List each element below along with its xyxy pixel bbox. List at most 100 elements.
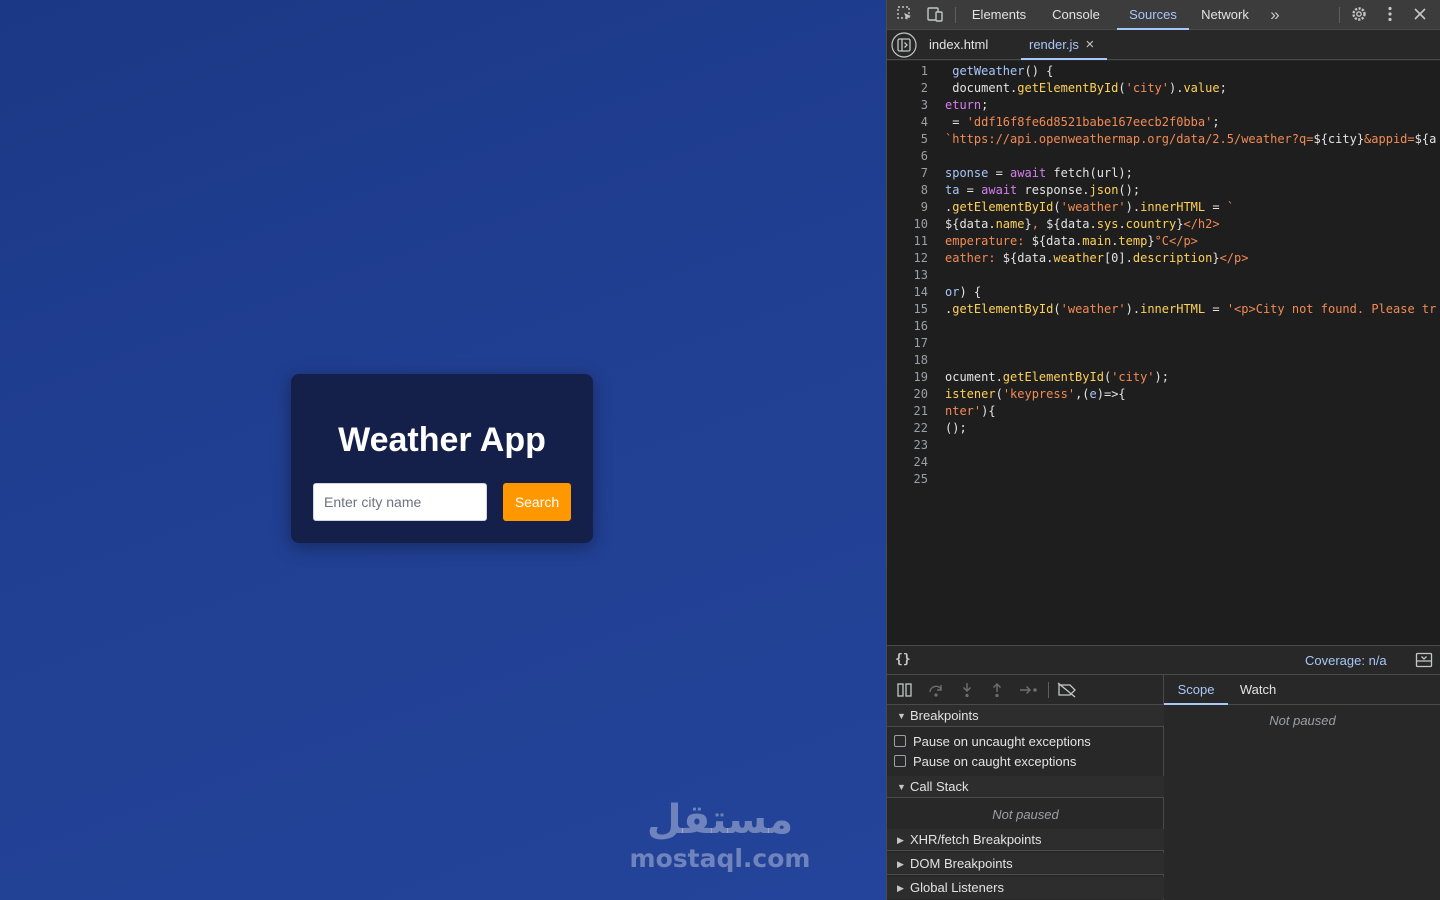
code-line[interactable]: 23 bbox=[887, 437, 1440, 454]
line-number[interactable]: 8 bbox=[887, 182, 928, 199]
line-number[interactable]: 12 bbox=[887, 250, 928, 267]
breakpoints-section-header[interactable]: ▼ Breakpoints bbox=[887, 705, 1164, 727]
line-number[interactable]: 6 bbox=[887, 148, 928, 165]
tab-watch[interactable]: Watch bbox=[1228, 675, 1288, 705]
code-line[interactable]: 10 ${data.name}, ${data.sys.country}</h2> bbox=[887, 216, 1440, 233]
code-text: sponse = await fetch(url); bbox=[945, 165, 1133, 182]
tab-scope[interactable]: Scope bbox=[1164, 675, 1228, 705]
line-number[interactable]: 16 bbox=[887, 318, 928, 335]
line-number[interactable]: 22 bbox=[887, 420, 928, 437]
code-line[interactable]: 22 (); bbox=[887, 420, 1440, 437]
inspect-element-icon[interactable] bbox=[895, 5, 915, 25]
line-number[interactable]: 1 bbox=[887, 63, 928, 80]
code-line[interactable]: 15 .getElementById('weather').innerHTML =… bbox=[887, 301, 1440, 318]
toggle-navigator-icon[interactable] bbox=[891, 32, 917, 58]
global-listeners-section-header[interactable]: ▶ Global Listeners bbox=[887, 877, 1164, 899]
pretty-print-icon[interactable]: {} bbox=[895, 652, 911, 667]
code-token: getElementById bbox=[952, 200, 1054, 214]
tab-elements[interactable]: Elements bbox=[965, 0, 1033, 30]
code-line[interactable]: 20 istener('keypress',(e)=>{ bbox=[887, 386, 1440, 403]
line-number[interactable]: 13 bbox=[887, 267, 928, 284]
code-line[interactable]: 17 bbox=[887, 335, 1440, 352]
code-token: </p> bbox=[1219, 251, 1249, 265]
tab-sources[interactable]: Sources bbox=[1117, 0, 1189, 30]
code-line[interactable]: 5 `https://api.openweathermap.org/data/2.… bbox=[887, 131, 1440, 148]
line-number[interactable]: 18 bbox=[887, 352, 928, 369]
line-number[interactable]: 24 bbox=[887, 454, 928, 471]
pause-icon[interactable] bbox=[896, 682, 914, 703]
file-tab-index-html[interactable]: index.html bbox=[929, 30, 1007, 60]
code-line[interactable]: 12 eather: ${data.weather[0].description}… bbox=[887, 250, 1440, 267]
toggle-drawer-icon[interactable] bbox=[1415, 652, 1433, 673]
device-toolbar-icon[interactable] bbox=[925, 5, 945, 25]
line-number[interactable]: 20 bbox=[887, 386, 928, 403]
code-line[interactable]: 25 bbox=[887, 471, 1440, 488]
line-number[interactable]: 4 bbox=[887, 114, 928, 131]
line-number[interactable]: 10 bbox=[887, 216, 928, 233]
code-line[interactable]: 2 document.getElementById('city').value; bbox=[887, 80, 1440, 97]
code-editor[interactable]: 1 getWeather() {2 document.getElementByI… bbox=[887, 61, 1440, 645]
line-number[interactable]: 3 bbox=[887, 97, 928, 114]
code-line[interactable]: 24 bbox=[887, 454, 1440, 471]
code-line[interactable]: 21 nter'){ bbox=[887, 403, 1440, 420]
line-number[interactable]: 7 bbox=[887, 165, 928, 182]
line-number[interactable]: 19 bbox=[887, 369, 928, 386]
code-line[interactable]: 7 sponse = await fetch(url); bbox=[887, 165, 1440, 182]
deactivate-breakpoints-icon[interactable] bbox=[1056, 682, 1078, 703]
step-over-icon[interactable] bbox=[927, 682, 945, 703]
code-line[interactable]: 6 bbox=[887, 148, 1440, 165]
code-text: document.getElementById('city').value; bbox=[945, 80, 1227, 97]
step-out-icon[interactable] bbox=[988, 682, 1006, 703]
code-line[interactable]: 16 bbox=[887, 318, 1440, 335]
code-text: nter'){ bbox=[945, 403, 996, 420]
code-line[interactable]: 11 emperature: ${data.main.temp}°C</p> bbox=[887, 233, 1440, 250]
code-token: , bbox=[1031, 217, 1047, 231]
checkbox-icon[interactable] bbox=[894, 735, 906, 747]
code-line[interactable]: 8 ta = await response.json(); bbox=[887, 182, 1440, 199]
code-line[interactable]: 9 .getElementById('weather').innerHTML = … bbox=[887, 199, 1440, 216]
call-stack-section-header[interactable]: ▼ Call Stack bbox=[887, 776, 1164, 798]
step-icon[interactable] bbox=[1018, 682, 1040, 703]
code-token: ; bbox=[1219, 81, 1227, 95]
line-number[interactable]: 21 bbox=[887, 403, 928, 420]
coverage-label[interactable]: Coverage: n/a bbox=[1305, 653, 1387, 668]
file-tab-render-js[interactable]: render.js × bbox=[1021, 30, 1107, 60]
step-into-icon[interactable] bbox=[958, 682, 976, 703]
xhr-breakpoints-section-header[interactable]: ▶ XHR/fetch Breakpoints bbox=[887, 829, 1164, 851]
pause-caught-checkbox[interactable]: Pause on caught exceptions bbox=[894, 752, 1076, 772]
code-line[interactable]: 19 ocument.getElementById('city'); bbox=[887, 369, 1440, 386]
code-line[interactable]: 4 = 'ddf16f8fe6d8521babe167eecb2f0bba'; bbox=[887, 114, 1440, 131]
line-number[interactable]: 14 bbox=[887, 284, 928, 301]
tab-network[interactable]: Network bbox=[1193, 0, 1257, 30]
code-line[interactable]: 3 eturn; bbox=[887, 97, 1440, 114]
city-input[interactable] bbox=[313, 483, 487, 521]
code-token: = bbox=[988, 166, 1011, 180]
tab-console[interactable]: Console bbox=[1043, 0, 1109, 30]
checkbox-icon[interactable] bbox=[894, 755, 906, 767]
line-number[interactable]: 2 bbox=[887, 80, 928, 97]
code-token: (); bbox=[945, 421, 967, 435]
search-button[interactable]: Search bbox=[503, 483, 571, 521]
pause-uncaught-checkbox[interactable]: Pause on uncaught exceptions bbox=[894, 732, 1091, 752]
triangle-right-icon: ▶ bbox=[897, 883, 904, 893]
line-number[interactable]: 5 bbox=[887, 131, 928, 148]
chevron-double-right-icon[interactable]: » bbox=[1265, 5, 1285, 25]
line-number[interactable]: 17 bbox=[887, 335, 928, 352]
line-number[interactable]: 23 bbox=[887, 437, 928, 454]
more-options-icon[interactable] bbox=[1380, 5, 1400, 25]
gear-icon[interactable] bbox=[1349, 5, 1369, 25]
code-line[interactable]: 13 bbox=[887, 267, 1440, 284]
code-token: `https://api.openweathermap.org/data/2.5… bbox=[945, 132, 1314, 146]
code-token: [0]. bbox=[1103, 251, 1133, 265]
close-tab-icon[interactable]: × bbox=[1086, 36, 1095, 53]
code-line[interactable]: 18 bbox=[887, 352, 1440, 369]
line-number[interactable]: 11 bbox=[887, 233, 928, 250]
line-number[interactable]: 9 bbox=[887, 199, 928, 216]
close-icon[interactable] bbox=[1410, 5, 1430, 25]
line-number[interactable]: 25 bbox=[887, 471, 928, 488]
code-line[interactable]: 1 getWeather() { bbox=[887, 63, 1440, 80]
scope-panel: Scope Watch Not paused bbox=[1164, 675, 1440, 900]
code-line[interactable]: 14 or) { bbox=[887, 284, 1440, 301]
line-number[interactable]: 15 bbox=[887, 301, 928, 318]
dom-breakpoints-section-header[interactable]: ▶ DOM Breakpoints bbox=[887, 853, 1164, 875]
